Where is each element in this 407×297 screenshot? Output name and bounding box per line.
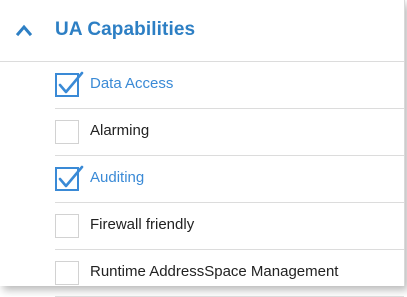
checkbox-auditing[interactable] [55, 165, 84, 191]
capability-label: Data Access [90, 75, 174, 92]
capability-label: Auditing [90, 169, 145, 186]
capability-row-firewall-friendly[interactable]: Firewall friendly [55, 203, 404, 250]
capability-row-data-access[interactable]: Data Access [55, 62, 404, 109]
capability-label: Firewall friendly [90, 216, 195, 233]
capability-label: Alarming [90, 122, 150, 139]
capability-row-alarming[interactable]: Alarming [55, 109, 404, 156]
ua-capabilities-panel: UA Capabilities Data Access Alarming Aud… [0, 0, 405, 297]
capability-row-runtime-addressspace-management[interactable]: Runtime AddressSpace Management [55, 250, 404, 297]
checkbox-alarming[interactable] [55, 120, 79, 144]
capability-row-auditing[interactable]: Auditing [55, 156, 404, 203]
section-title: UA Capabilities [55, 19, 196, 40]
chevron-up-icon[interactable] [16, 23, 32, 37]
checkbox-runtime-addressspace-management[interactable] [55, 261, 79, 285]
checkbox-firewall-friendly[interactable] [55, 214, 79, 238]
window-frame: UA Capabilities Data Access Alarming Aud… [0, 0, 407, 297]
checkmark-icon [58, 71, 84, 94]
capability-label: Runtime AddressSpace Management [90, 263, 339, 280]
checkmark-icon [58, 165, 84, 188]
checkbox-data-access[interactable] [55, 71, 84, 97]
section-header[interactable]: UA Capabilities [0, 0, 404, 62]
